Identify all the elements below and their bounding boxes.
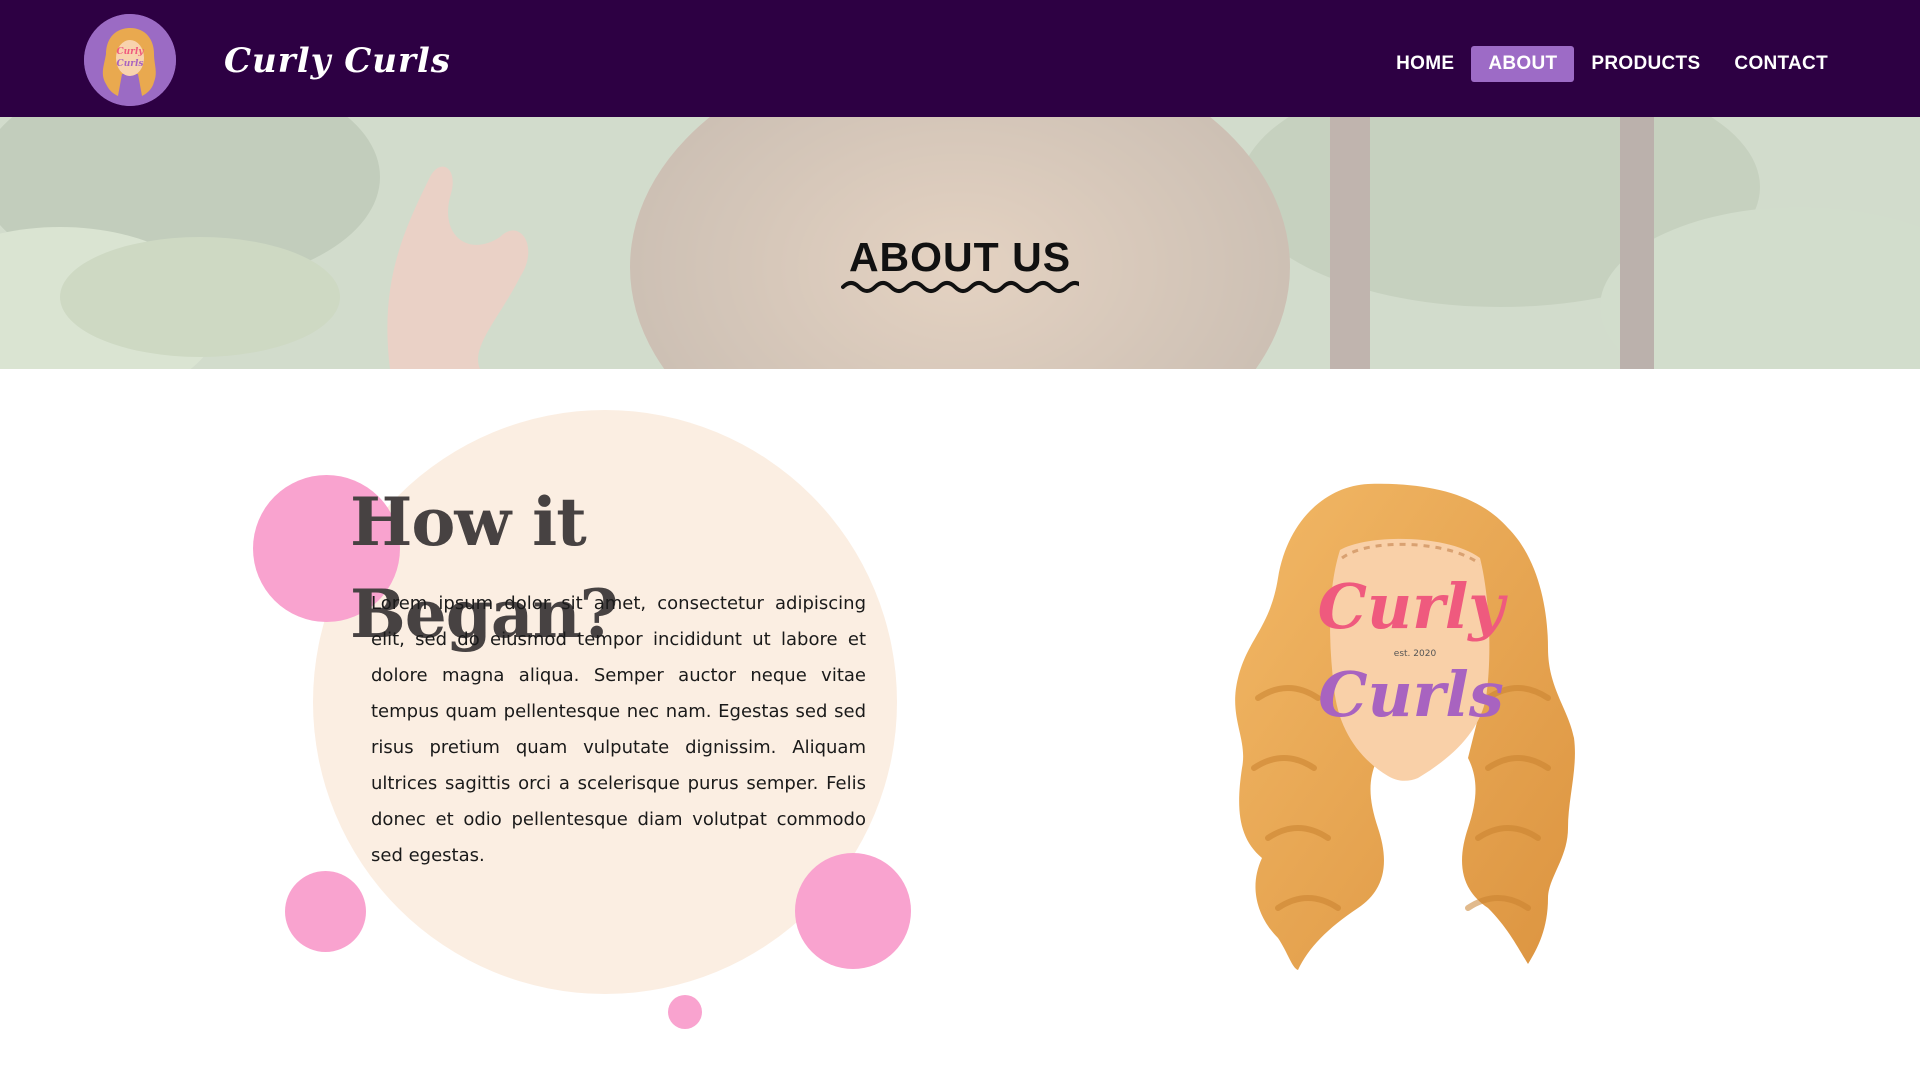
nav-contact[interactable]: CONTACT: [1717, 46, 1845, 82]
title-wave-underline: [841, 281, 1079, 293]
decor-dot: [668, 995, 702, 1029]
wig-illustration: Curly est. 2020 Curls: [1235, 483, 1575, 970]
decor-dot: [285, 871, 366, 952]
wig-text-curls: Curls: [1318, 658, 1504, 731]
nav-home[interactable]: HOME: [1379, 46, 1471, 82]
site-header: Curly Curls Curly Curls HOME ABOUT PRODU…: [0, 0, 1920, 117]
brand-name[interactable]: Curly Curls: [224, 36, 451, 86]
wig-text-curly: Curly: [1318, 570, 1509, 643]
hero-banner: ABOUT US: [0, 117, 1920, 369]
page-title: ABOUT US: [848, 234, 1072, 280]
main-nav: HOME ABOUT PRODUCTS CONTACT: [1379, 46, 1845, 82]
svg-text:Curly: Curly: [116, 47, 144, 57]
svg-text:Curls: Curls: [117, 59, 144, 69]
section-body: Lorem ipsum dolor sit amet, consectetur …: [371, 593, 866, 866]
nav-products[interactable]: PRODUCTS: [1574, 46, 1717, 82]
wig-logo-icon[interactable]: Curly Curls: [84, 14, 176, 106]
nav-about[interactable]: ABOUT: [1471, 46, 1575, 82]
